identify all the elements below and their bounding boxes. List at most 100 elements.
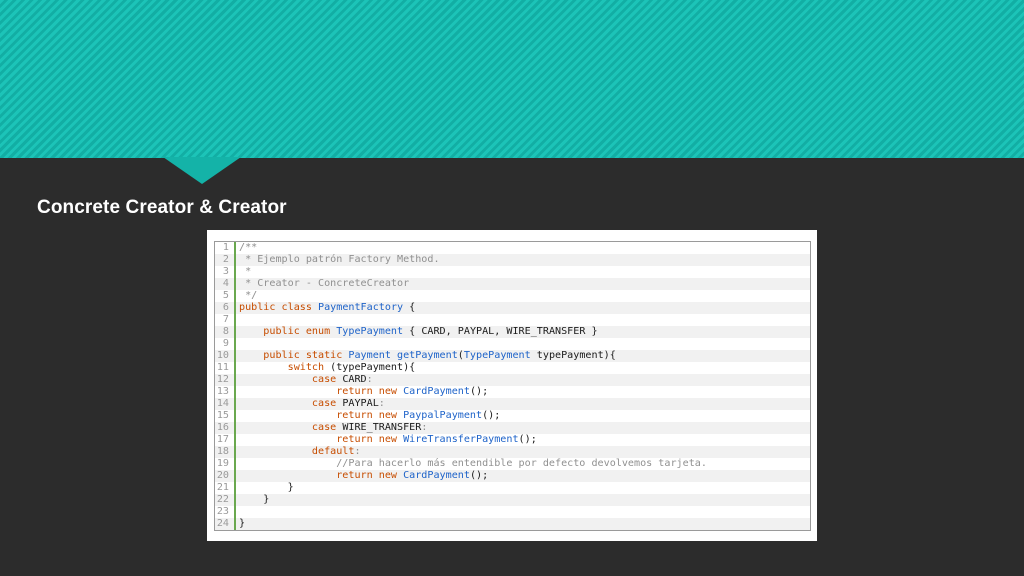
code-line: 21 } <box>215 482 810 494</box>
line-code: public class PaymentFactory { <box>236 302 415 314</box>
line-code: } <box>236 494 269 506</box>
code-token-keyword: public static <box>239 350 349 361</box>
line-code: case CARD: <box>236 374 373 386</box>
code-line: 14 case PAYPAL: <box>215 398 810 410</box>
line-code: } <box>236 518 245 530</box>
header-banner <box>0 0 1024 158</box>
line-code: /** <box>236 242 257 254</box>
code-token-type: CardPayment <box>403 386 470 397</box>
line-number: 20 <box>215 470 236 482</box>
line-code: return new CardPayment(); <box>236 386 488 398</box>
line-code: return new WireTransferPayment(); <box>236 434 537 446</box>
code-token-plain: (typePayment){ <box>324 362 416 373</box>
code-token-plain: (); <box>482 410 501 421</box>
line-number: 12 <box>215 374 236 386</box>
code-line: 6 public class PaymentFactory { <box>215 302 810 314</box>
line-code: } <box>236 482 294 494</box>
code-token-plain: WIRE_TRANSFER <box>342 422 422 433</box>
code-token-type: PaymentFactory <box>318 302 404 313</box>
code-token-comment: //Para hacerlo más entendible por defect… <box>239 458 707 469</box>
code-token-keyword: case <box>239 374 343 385</box>
code-line: 9 <box>215 338 810 350</box>
code-line: 18 default: <box>215 446 810 458</box>
code-line: 17 return new WireTransferPayment(); <box>215 434 810 446</box>
code-line: 7 <box>215 314 810 326</box>
code-token-type: WireTransferPayment <box>403 434 519 445</box>
line-number: 16 <box>215 422 236 434</box>
code-line: 11 switch (typePayment){ <box>215 362 810 374</box>
code-line: 15 return new PaypalPayment(); <box>215 410 810 422</box>
code-token-comment: * Ejemplo patrón Factory Method. <box>239 254 440 265</box>
code-token-plain: (); <box>469 470 489 481</box>
code-token-plain: CARD <box>342 374 367 385</box>
line-number: 22 <box>215 494 236 506</box>
code-token-plain: typePayment){ <box>530 350 616 361</box>
code-line: 22 } <box>215 494 810 506</box>
code-line: 13 return new CardPayment(); <box>215 386 810 398</box>
line-number: 5 <box>215 290 236 302</box>
code-token-plain: (); <box>518 434 537 445</box>
line-number: 24 <box>215 518 236 530</box>
code-token-keyword: public class <box>239 302 319 313</box>
line-code: switch (typePayment){ <box>236 362 416 374</box>
code-line: 4 * Creator - ConcreteCreator <box>215 278 810 290</box>
code-token-plain: { CARD, PAYPAL, WIRE_TRANSFER } <box>403 326 598 337</box>
code-token-keyword: return new <box>239 470 404 481</box>
code-token-keyword: return new <box>239 410 404 421</box>
line-number: 21 <box>215 482 236 494</box>
code-token-plain: } <box>239 494 270 505</box>
code-token-keyword: case <box>239 398 343 409</box>
line-number: 3 <box>215 266 236 278</box>
code-token-keyword: case <box>239 422 343 433</box>
code-token-plain: (); <box>469 386 489 397</box>
code-screenshot: 1/** 2 * Ejemplo patrón Factory Method. 3 … <box>207 230 817 541</box>
line-number: 1 <box>215 242 236 254</box>
code-line: 16 case WIRE_TRANSFER: <box>215 422 810 434</box>
code-token-plain: } <box>239 482 294 493</box>
code-line: 23 <box>215 506 810 518</box>
code-listing: 1/** 2 * Ejemplo patrón Factory Method. 3 … <box>214 241 811 531</box>
code-token-type: PaypalPayment <box>403 410 483 421</box>
line-code: */ <box>236 290 257 302</box>
line-number: 17 <box>215 434 236 446</box>
code-token-type: TypePayment <box>463 350 531 361</box>
code-line: 2 * Ejemplo patrón Factory Method. <box>215 254 810 266</box>
code-token-type: CardPayment <box>403 470 470 481</box>
code-token-comment: */ <box>239 290 258 301</box>
line-code: * Creator - ConcreteCreator <box>236 278 409 290</box>
code-line: 1/** <box>215 242 810 254</box>
code-token-type: Payment getPayment <box>348 350 458 361</box>
line-code: case PAYPAL: <box>236 398 385 410</box>
line-code: return new CardPayment(); <box>236 470 488 482</box>
line-number: 4 <box>215 278 236 290</box>
code-token-keyword: default <box>239 446 355 457</box>
line-number: 19 <box>215 458 236 470</box>
code-token-type: TypePayment <box>336 326 404 337</box>
slide-title: Concrete Creator & Creator <box>37 197 287 218</box>
line-number: 18 <box>215 446 236 458</box>
code-line: 20 return new CardPayment(); <box>215 470 810 482</box>
line-code: * <box>236 266 251 278</box>
line-number: 8 <box>215 326 236 338</box>
code-token-keyword: public enum <box>239 326 337 337</box>
line-code: //Para hacerlo más entendible por defect… <box>236 458 707 470</box>
line-number: 2 <box>215 254 236 266</box>
code-line: 12 case CARD: <box>215 374 810 386</box>
code-token-comment: * Creator - ConcreteCreator <box>239 278 410 289</box>
line-number: 15 <box>215 410 236 422</box>
code-line: 19 //Para hacerlo más entendible por def… <box>215 458 810 470</box>
line-number: 23 <box>215 506 236 518</box>
code-token-comment: /** <box>239 242 258 253</box>
line-code: * Ejemplo patrón Factory Method. <box>236 254 440 266</box>
code-token-comment: : <box>366 374 373 385</box>
code-token-comment: * <box>239 266 252 277</box>
code-token-plain: { <box>403 302 416 313</box>
line-number: 11 <box>215 362 236 374</box>
code-line: 8 public enum TypePayment { CARD, PAYPAL… <box>215 326 810 338</box>
code-token-plain: PAYPAL <box>342 398 379 409</box>
code-token-comment: : <box>421 422 428 433</box>
line-code: default: <box>236 446 361 458</box>
